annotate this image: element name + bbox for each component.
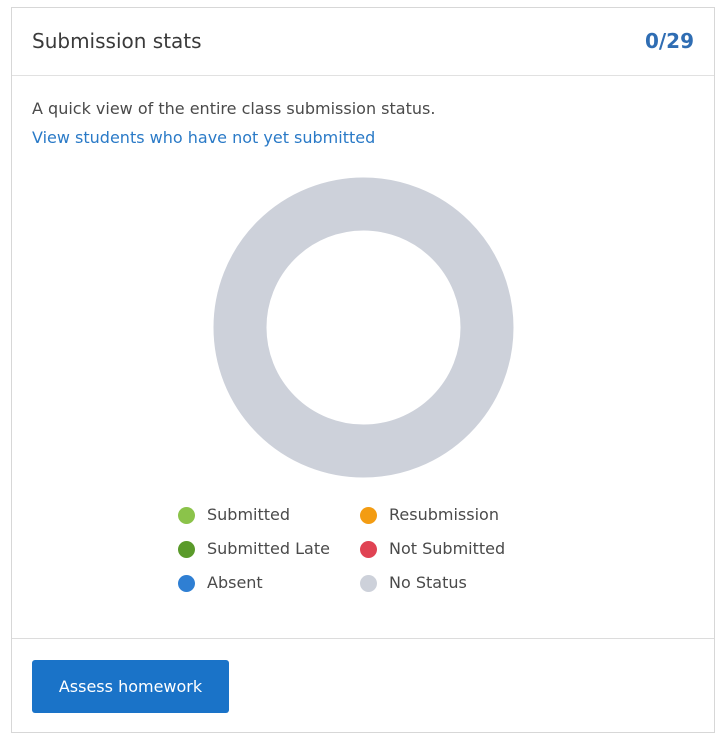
submission-donut-chart — [213, 177, 514, 478]
donut-segment-no-status — [213, 177, 514, 478]
card-header: Submission stats 0/29 — [12, 8, 714, 76]
view-not-submitted-link[interactable]: View students who have not yet submitted — [32, 128, 375, 148]
no-status-dot-icon — [360, 574, 377, 592]
absent-dot-icon — [178, 574, 195, 592]
legend-item-submitted: Submitted — [178, 504, 360, 526]
submitted-late-dot-icon — [178, 540, 195, 558]
card-title: Submission stats — [32, 29, 202, 53]
legend-label: No Status — [389, 573, 467, 592]
legend-label: Submitted Late — [207, 539, 330, 558]
legend-item-no-status: No Status — [360, 572, 550, 594]
legend-label: Absent — [207, 573, 263, 592]
legend-label: Not Submitted — [389, 539, 506, 558]
assess-homework-button[interactable]: Assess homework — [32, 660, 229, 713]
card-body: A quick view of the entire class submiss… — [12, 76, 714, 638]
not-submitted-dot-icon — [360, 540, 377, 558]
legend-item-resubmission: Resubmission — [360, 504, 550, 526]
chart-legend: Submitted Resubmission Submitted Late No… — [178, 504, 558, 594]
legend-item-submitted-late: Submitted Late — [178, 538, 360, 560]
card-footer: Assess homework — [12, 638, 714, 733]
legend-item-absent: Absent — [178, 572, 360, 594]
submission-count: 0/29 — [644, 29, 694, 53]
card-description: A quick view of the entire class submiss… — [32, 99, 436, 118]
submission-stats-card: Submission stats 0/29 A quick view of th… — [11, 7, 715, 733]
legend-label: Resubmission — [389, 505, 499, 524]
submitted-dot-icon — [178, 506, 195, 524]
legend-label: Submitted — [207, 505, 291, 524]
resubmission-dot-icon — [360, 506, 377, 524]
legend-item-not-submitted: Not Submitted — [360, 538, 550, 560]
